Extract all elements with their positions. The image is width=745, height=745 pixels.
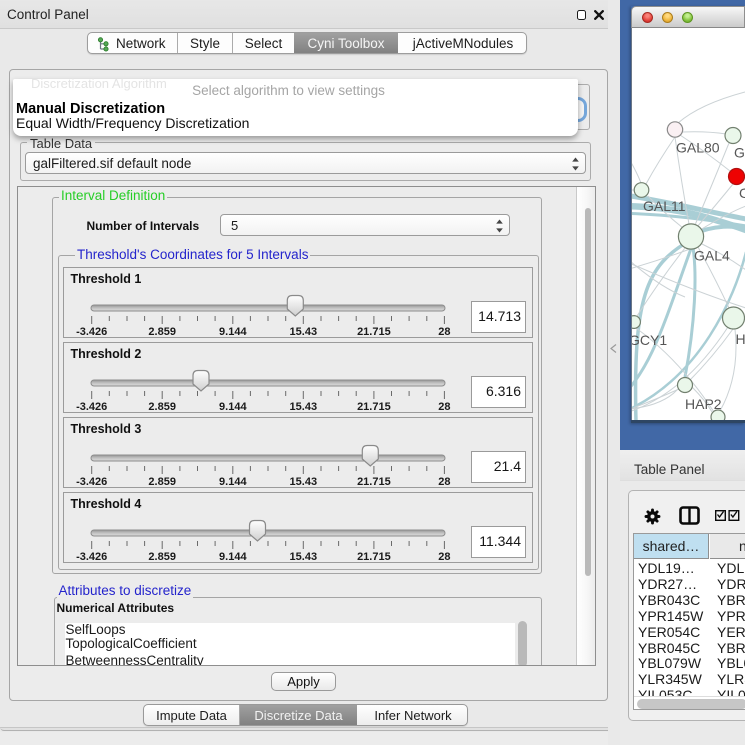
svg-text:GAL80: GAL80 [676,140,720,156]
svg-text:-3.426: -3.426 [76,401,107,413]
svg-text:15.43: 15.43 [290,326,318,338]
svg-text:GAL11: GAL11 [643,198,686,214]
svg-text:H: H [736,331,745,347]
svg-text:9.144: 9.144 [219,401,247,413]
svg-text:9.144: 9.144 [219,326,247,338]
svg-text:28: 28 [438,476,450,488]
svg-text:28: 28 [438,401,450,413]
svg-text:28: 28 [438,551,450,563]
svg-text:HAP2: HAP2 [685,396,722,412]
svg-text:21.715: 21.715 [357,551,391,563]
svg-text:15.43: 15.43 [290,401,318,413]
svg-text:C: C [739,185,745,201]
svg-text:GA: GA [734,145,745,161]
svg-text:2.859: 2.859 [148,476,176,488]
svg-text:21.715: 21.715 [357,401,391,413]
svg-text:-3.426: -3.426 [76,476,107,488]
svg-text:-3.426: -3.426 [76,326,107,338]
svg-text:-3.426: -3.426 [76,551,107,563]
svg-text:21.715: 21.715 [357,326,391,338]
svg-text:15.43: 15.43 [290,551,318,563]
svg-text:15.43: 15.43 [290,476,318,488]
svg-text:21.715: 21.715 [357,476,391,488]
svg-text:2.859: 2.859 [148,551,176,563]
svg-text:9.144: 9.144 [219,476,247,488]
svg-text:28: 28 [438,326,450,338]
svg-text:2.859: 2.859 [148,401,176,413]
svg-text:9.144: 9.144 [219,551,247,563]
svg-text:GCY1: GCY1 [632,332,667,348]
svg-text:2.859: 2.859 [148,326,176,338]
svg-text:GAL4: GAL4 [694,248,730,264]
